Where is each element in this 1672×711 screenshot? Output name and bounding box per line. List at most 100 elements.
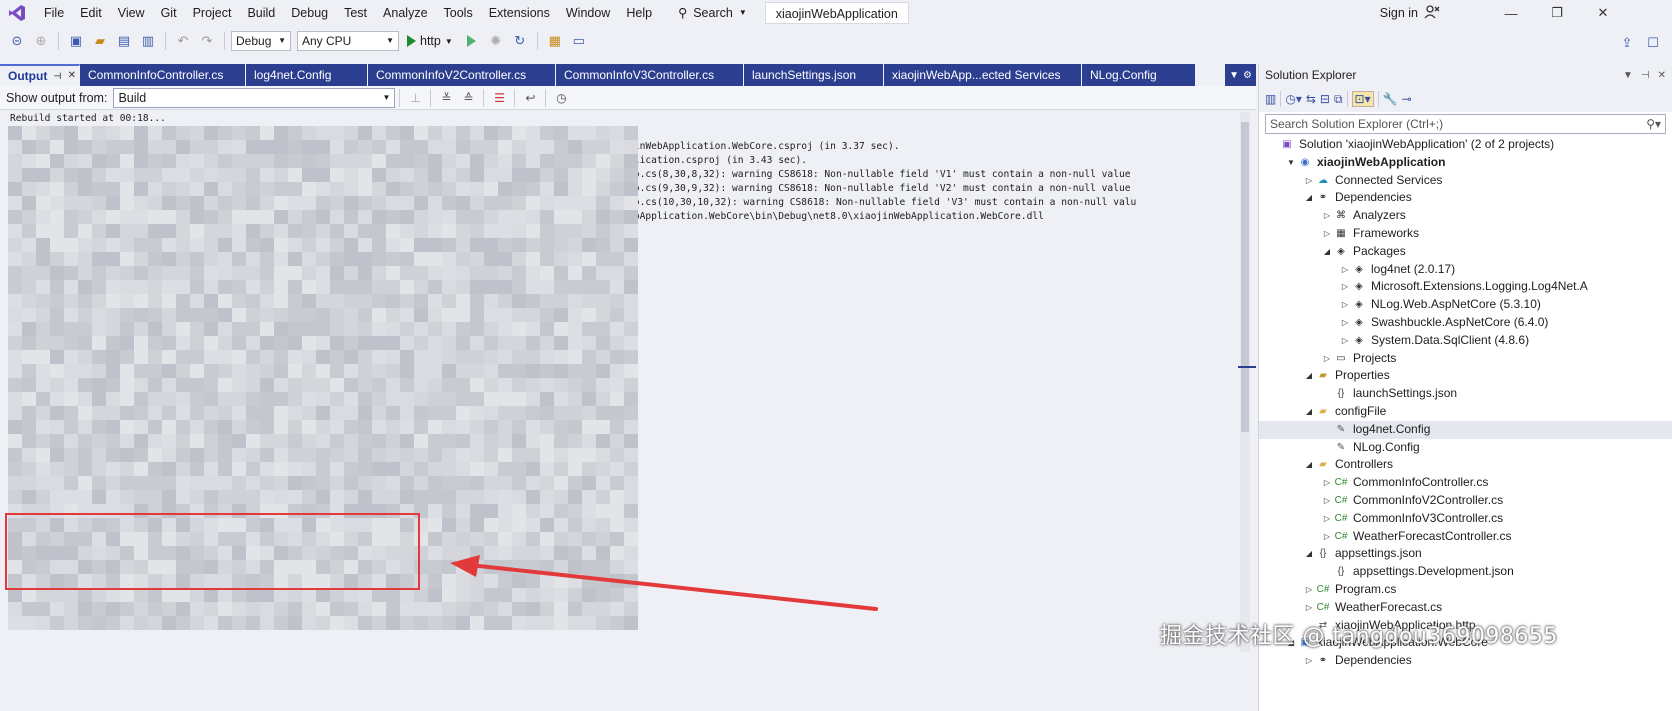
expand-icon[interactable]: ▷ bbox=[1303, 172, 1315, 190]
tree-node[interactable]: ▷ ⌘ Analyzers bbox=[1259, 207, 1672, 225]
forward-icon[interactable]: ⊕ bbox=[30, 30, 52, 52]
expand-icon[interactable]: ▷ bbox=[1339, 314, 1351, 332]
collapse-icon[interactable]: ◢ bbox=[1303, 456, 1315, 474]
expand-icon[interactable]: ▷ bbox=[1339, 332, 1351, 350]
save-all-icon[interactable]: ▥ bbox=[137, 30, 159, 52]
menu-project[interactable]: Project bbox=[185, 0, 240, 26]
tree-node[interactable]: ▷ C# CommonInfoController.cs bbox=[1259, 474, 1672, 492]
menu-git[interactable]: Git bbox=[153, 0, 185, 26]
menu-tools[interactable]: Tools bbox=[436, 0, 481, 26]
collapse-icon[interactable]: ◢ bbox=[1303, 545, 1315, 563]
tree-node[interactable]: ✎ log4net.Config bbox=[1259, 420, 1672, 439]
menu-view[interactable]: View bbox=[110, 0, 153, 26]
solution-configurations-icon[interactable]: ▦ bbox=[544, 30, 566, 52]
vertical-scrollbar[interactable] bbox=[1240, 112, 1250, 652]
show-all-files-icon[interactable]: ⧉ bbox=[1334, 92, 1343, 107]
expand-icon[interactable]: ▷ bbox=[1321, 207, 1333, 225]
menu-edit[interactable]: Edit bbox=[72, 0, 110, 26]
solution-search-input[interactable]: Search Solution Explorer (Ctrl+;) ⚲▾ bbox=[1265, 114, 1666, 134]
tree-node[interactable]: ▷ ◈ log4net (2.0.17) bbox=[1259, 261, 1672, 279]
tree-node[interactable]: ▷ ▭ Projects bbox=[1259, 350, 1672, 368]
expand-icon[interactable]: ▷ bbox=[1321, 492, 1333, 510]
start-without-debugging-icon[interactable] bbox=[461, 30, 483, 52]
menu-help[interactable]: Help bbox=[618, 0, 660, 26]
expand-icon[interactable]: ▷ bbox=[1339, 278, 1351, 296]
tab-output[interactable]: Output ⊣ ✕ bbox=[0, 64, 80, 86]
save-icon[interactable]: ▤ bbox=[113, 30, 135, 52]
expand-icon[interactable]: ▷ bbox=[1321, 528, 1333, 546]
settings-icon[interactable]: ⚙ bbox=[1243, 70, 1252, 81]
tree-node[interactable]: ▣ Solution 'xiaojinWebApplication' (2 of … bbox=[1259, 136, 1672, 154]
collapse-icon[interactable]: ◢ bbox=[1303, 367, 1315, 385]
feedback-icon[interactable]: ☐ bbox=[1642, 32, 1664, 54]
tree-node[interactable]: ▷ ◈ Microsoft.Extensions.Logging.Log4Net.A bbox=[1259, 278, 1672, 296]
clear-all-icon[interactable]: ☰ bbox=[488, 88, 510, 108]
tree-node[interactable]: ▷ C# WeatherForecast.cs bbox=[1259, 599, 1672, 617]
expand-icon[interactable]: ▷ bbox=[1321, 510, 1333, 528]
tab-document[interactable]: xiaojinWebApp...ected Services bbox=[884, 64, 1082, 86]
configuration-select[interactable]: Debug ▼ bbox=[231, 31, 291, 51]
tree-node[interactable]: ▷ ⚭ Dependencies bbox=[1259, 652, 1672, 670]
output-source-select[interactable]: Build ▼ bbox=[113, 87, 396, 108]
tab-document[interactable]: launchSettings.json bbox=[744, 64, 884, 86]
restore-icon[interactable]: ❐ bbox=[1534, 0, 1580, 26]
sign-in-link[interactable]: Sign in bbox=[1380, 0, 1418, 26]
search-menu[interactable]: ⚲ Search ▼ bbox=[668, 0, 757, 26]
preview-icon[interactable]: ⊸ bbox=[1402, 92, 1412, 106]
tree-node[interactable]: ▷ ◈ NLog.Web.AspNetCore (5.3.10) bbox=[1259, 296, 1672, 314]
tree-node[interactable]: ▷ ◈ System.Data.SqlClient (4.8.6) bbox=[1259, 332, 1672, 350]
collapse-icon[interactable]: ▼ bbox=[1285, 154, 1297, 172]
timestamp-icon[interactable]: ◷ bbox=[550, 88, 572, 108]
expand-icon[interactable]: ▷ bbox=[1303, 581, 1315, 599]
open-folder-icon[interactable]: ▰ bbox=[89, 30, 111, 52]
menu-build[interactable]: Build bbox=[239, 0, 283, 26]
tree-node[interactable]: ◢ ▰ Controllers bbox=[1259, 456, 1672, 474]
output-pane[interactable]: Rebuild started at 00:18... ation.WebCor… bbox=[0, 110, 1256, 711]
tree-node[interactable]: ▷ ☁ Connected Services bbox=[1259, 172, 1672, 190]
new-project-icon[interactable]: ▣ bbox=[65, 30, 87, 52]
pin-icon[interactable]: ⊣ bbox=[1641, 70, 1650, 81]
dropdown-icon[interactable]: ▼ bbox=[1623, 70, 1633, 81]
go-previous-message-icon[interactable]: ≚ bbox=[435, 88, 457, 108]
tab-document[interactable]: log4net.Config bbox=[246, 64, 368, 86]
expand-icon[interactable]: ▷ bbox=[1339, 261, 1351, 279]
tree-node[interactable]: ▼ ◉ xiaojinWebApplication bbox=[1259, 154, 1672, 172]
find-message-icon[interactable]: ⊥ bbox=[404, 88, 426, 108]
collapse-icon[interactable]: ◢ bbox=[1303, 189, 1315, 207]
scrollbar-thumb[interactable] bbox=[1241, 122, 1249, 432]
tree-node[interactable]: ◢ ▰ configFile bbox=[1259, 403, 1672, 421]
redo-icon[interactable]: ↷ bbox=[196, 30, 218, 52]
tree-node[interactable]: ◢ ▰ Properties bbox=[1259, 367, 1672, 385]
tab-document[interactable]: CommonInfoV2Controller.cs bbox=[368, 64, 556, 86]
visual-studio-logo-icon[interactable] bbox=[6, 2, 28, 24]
expand-icon[interactable]: ▷ bbox=[1303, 652, 1315, 670]
tree-node[interactable]: ▷ ◈ Swashbuckle.AspNetCore (6.4.0) bbox=[1259, 314, 1672, 332]
menu-debug[interactable]: Debug bbox=[283, 0, 336, 26]
close-icon[interactable]: ✕ bbox=[1658, 70, 1666, 81]
menu-extensions[interactable]: Extensions bbox=[481, 0, 558, 26]
tree-node[interactable]: ◢ ◈ Packages bbox=[1259, 243, 1672, 261]
tree-node[interactable]: ▷ C# Program.cs bbox=[1259, 581, 1672, 599]
tree-node[interactable]: ▷ C# CommonInfoV3Controller.cs bbox=[1259, 510, 1672, 528]
tab-document[interactable]: CommonInfoV3Controller.cs bbox=[556, 64, 744, 86]
close-icon[interactable]: ✕ bbox=[1580, 0, 1626, 26]
collapse-all-icon[interactable]: ⊟ bbox=[1320, 92, 1330, 106]
collapse-icon[interactable]: ◢ bbox=[1321, 243, 1333, 261]
expand-icon[interactable]: ▷ bbox=[1339, 296, 1351, 314]
expand-icon[interactable]: ▷ bbox=[1321, 350, 1333, 368]
refresh-icon[interactable]: ↻ bbox=[509, 30, 531, 52]
tree-node[interactable]: ✎ NLog.Config bbox=[1259, 439, 1672, 457]
preview-selected-icon[interactable]: ⊡▾ bbox=[1351, 91, 1374, 107]
tree-node[interactable]: ▷ C# CommonInfoV2Controller.cs bbox=[1259, 492, 1672, 510]
tab-document[interactable]: CommonInfoController.cs bbox=[80, 64, 246, 86]
pin-icon[interactable]: ⊣ bbox=[53, 66, 61, 86]
undo-icon[interactable]: ↶ bbox=[172, 30, 194, 52]
tree-node[interactable]: ▷ C# WeatherForecastController.cs bbox=[1259, 528, 1672, 546]
hot-reload-icon[interactable]: ✺ bbox=[485, 30, 507, 52]
close-tab-icon[interactable]: ✕ bbox=[68, 66, 76, 86]
properties-icon[interactable]: 🔧 bbox=[1383, 92, 1398, 106]
start-debugging-button[interactable]: http ▼ bbox=[401, 30, 459, 52]
tree-node[interactable]: ◢ ⚭ Dependencies bbox=[1259, 189, 1672, 207]
menu-analyze[interactable]: Analyze bbox=[375, 0, 435, 26]
word-wrap-icon[interactable]: ↩ bbox=[519, 88, 541, 108]
